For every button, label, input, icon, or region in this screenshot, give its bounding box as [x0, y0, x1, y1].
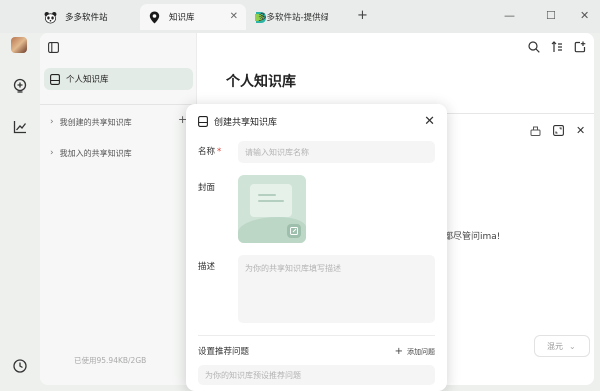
dialog-divider	[198, 335, 435, 336]
page-title: 个人知识库	[226, 74, 296, 90]
model-select[interactable]: 混元 ⌄	[534, 335, 590, 357]
create-shared-kb-dialog: 创建共享知识库 ✕ 名称* 封面 描述 设置推荐问题 + 添加问题	[186, 104, 447, 391]
dialog-title: 创建共享知识库	[214, 118, 278, 128]
search-icon[interactable]	[528, 41, 540, 56]
sidebar-divider	[40, 104, 197, 105]
required-mark: *	[217, 147, 222, 157]
plus-icon: +	[394, 346, 403, 357]
cover-label: 封面	[198, 183, 216, 193]
panda-icon	[44, 11, 57, 24]
sidebar-toggle-icon[interactable]	[48, 42, 59, 56]
sidebar-item-label: 我加入的共享知识库	[59, 148, 132, 158]
sort-icon[interactable]	[551, 41, 563, 56]
sidebar-item-label: 个人知识库	[66, 75, 109, 85]
recommended-question-field[interactable]	[198, 365, 435, 385]
add-question-label: 添加问题	[407, 347, 435, 356]
cover-image[interactable]	[238, 175, 306, 243]
new-note-icon[interactable]	[574, 41, 586, 56]
assistant-greeting: 都尽管问ima!	[444, 232, 501, 242]
flask-icon[interactable]	[530, 125, 541, 139]
tab-label: 多多软件站-提供绿色软件下载	[258, 13, 328, 23]
chevron-right-icon: ›	[50, 148, 54, 158]
left-rail	[0, 33, 40, 391]
sidebar-item-created-shared[interactable]: › 我创建的共享知识库	[50, 114, 132, 130]
tab-label: 多多软件站	[65, 13, 108, 23]
avatar[interactable]	[11, 37, 27, 53]
dialog-header: 创建共享知识库	[198, 115, 277, 128]
sidebar-item-joined-shared[interactable]: › 我加入的共享知识库	[50, 145, 132, 161]
chart-trend-icon[interactable]	[11, 118, 29, 136]
close-panel-icon[interactable]: ✕	[576, 125, 585, 139]
close-window-icon[interactable]: ✕	[580, 9, 589, 22]
sidebar-item-label: 我创建的共享知识库	[59, 117, 132, 127]
cover-line	[258, 200, 284, 202]
sidebar: 个人知识库 › 我创建的共享知识库 + › 我加入的共享知识库 已使用95.94…	[40, 33, 197, 385]
description-label: 描述	[198, 262, 216, 272]
model-select-label: 混元	[547, 341, 563, 351]
close-tab-icon[interactable]: ✕	[230, 11, 238, 22]
tab-duoduo[interactable]: 多多软件站	[36, 4, 140, 30]
title-bar: 多多软件站 知识库 ✕ 多多软件站-提供绿色软件下载 + — ☐ ✕	[0, 0, 600, 33]
add-question-button[interactable]: + 添加问题	[395, 346, 435, 357]
sidebar-item-personal-kb[interactable]: 个人知识库	[44, 68, 193, 90]
name-label-text: 名称	[198, 147, 216, 157]
tab-duoduo-download[interactable]: 多多软件站-提供绿色软件下载	[246, 4, 350, 30]
description-field[interactable]	[238, 255, 435, 323]
tab-label: 知识库	[169, 13, 195, 23]
book-icon	[50, 73, 60, 85]
panel-toolbar: ✕	[530, 125, 585, 139]
clock-icon[interactable]	[11, 357, 29, 375]
name-field[interactable]	[238, 141, 435, 163]
chevron-down-icon: ⌄	[569, 341, 576, 351]
tab-knowledge-base[interactable]: 知识库 ✕	[140, 4, 246, 30]
maximize-icon[interactable]: ☐	[546, 9, 556, 22]
bulb-plus-icon[interactable]	[11, 77, 29, 95]
recommended-questions-label: 设置推荐问题	[198, 347, 250, 357]
close-dialog-icon[interactable]: ✕	[424, 114, 435, 129]
book-icon	[198, 116, 208, 127]
location-pin-icon	[148, 11, 161, 24]
storage-usage: 已使用95.94KB/2GB	[74, 356, 147, 365]
minimize-icon[interactable]: —	[504, 9, 515, 22]
chevron-right-icon: ›	[50, 117, 54, 127]
expand-icon[interactable]	[553, 125, 564, 139]
name-label: 名称 *	[198, 145, 221, 157]
edit-cover-icon[interactable]	[287, 224, 301, 238]
cover-line	[258, 194, 276, 196]
new-tab-button[interactable]: +	[357, 8, 368, 23]
divider	[438, 113, 594, 114]
toolbar	[528, 41, 586, 56]
